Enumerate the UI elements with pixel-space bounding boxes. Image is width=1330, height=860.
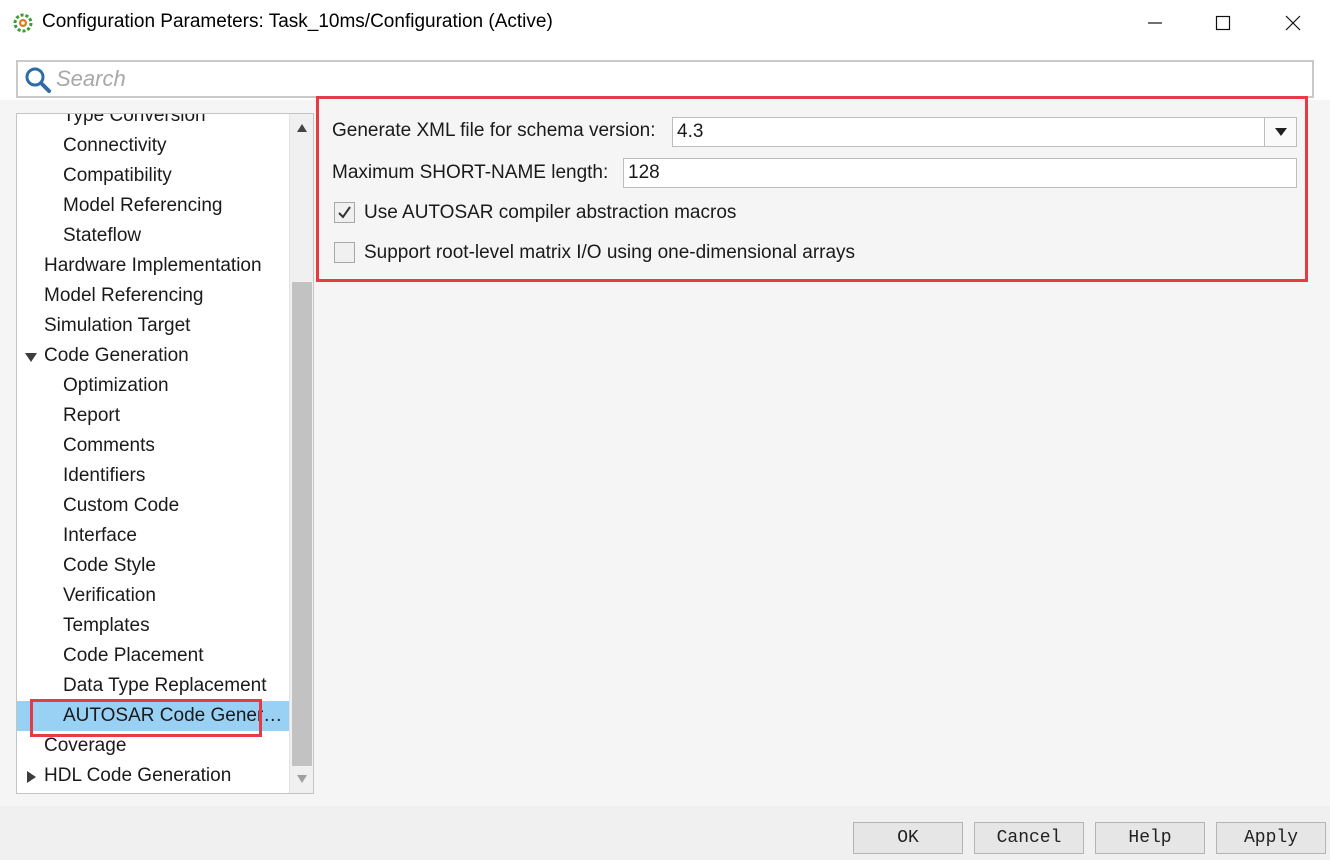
tree-item-templates[interactable]: Templates [17,611,289,641]
tree-item-label: Type Conversion [63,113,206,126]
scroll-thumb[interactable] [292,282,312,766]
apply-button[interactable]: Apply [1216,822,1326,854]
scroll-up-button[interactable] [290,116,313,140]
tree-item-compatibility[interactable]: Compatibility [17,161,289,191]
minimize-button[interactable] [1120,0,1190,46]
tree-item-optimization[interactable]: Optimization [17,371,289,401]
expanded-arrow-icon[interactable] [25,351,37,363]
tree-item-simulation-target[interactable]: Simulation Target [17,311,289,341]
tree-item-label: Comments [63,435,155,456]
schema-version-label: Generate XML file for schema version: [332,120,656,141]
close-button[interactable] [1258,0,1328,46]
compiler-macros-checkbox[interactable] [334,202,355,223]
tree-item-label: Simulation Target [44,315,191,336]
short-name-length-field[interactable] [623,158,1297,188]
tree-item-label: Connectivity [63,135,167,156]
category-tree[interactable]: Type Conversion Connectivity Compatibili… [16,113,314,794]
tree-item-interface[interactable]: Interface [17,521,289,551]
scroll-up-arrow-icon [296,124,307,132]
tree-item-custom-code[interactable]: Custom Code [17,491,289,521]
tree-item-model-referencing[interactable]: Model Referencing [17,281,289,311]
window-title: Configuration Parameters: Task_10ms/Conf… [42,11,553,32]
minimize-icon [1148,22,1162,24]
tree-item-connectivity[interactable]: Connectivity [17,131,289,161]
autosar-settings-panel: Generate XML file for schema version: 4.… [330,114,1300,274]
tree-item-label: Model Referencing [63,195,223,216]
tree-item-label: Code Placement [63,645,204,666]
tree-item-label: Identifiers [63,465,146,486]
tree-item-label: Stateflow [63,225,142,246]
tree-item-report[interactable]: Report [17,401,289,431]
tree-list: Type Conversion Connectivity Compatibili… [17,113,289,791]
tree-item-label: HDL Code Generation [44,765,232,786]
tree-item-hdl-code-generation[interactable]: HDL Code Generation [17,761,289,791]
maximize-button[interactable] [1188,0,1258,46]
title-bar: Configuration Parameters: Task_10ms/Conf… [0,0,1330,46]
tree-item-code-placement[interactable]: Code Placement [17,641,289,671]
scroll-down-button[interactable] [290,767,313,791]
help-button[interactable]: Help [1095,822,1205,854]
cancel-button[interactable]: Cancel [974,822,1084,854]
collapsed-arrow-icon[interactable] [25,771,37,783]
tree-item-label: AUTOSAR Code Generation Options [63,705,289,726]
matrix-io-checkbox[interactable] [334,242,355,263]
tree-item-label: Report [63,405,121,426]
chevron-down-icon [1274,128,1287,136]
schema-version-dropdown[interactable]: 4.3 [672,117,1297,147]
tree-item-autosar-code-generation[interactable]: AUTOSAR Code Generation Options [17,701,289,731]
tree-item-code-style[interactable]: Code Style [17,551,289,581]
search-box[interactable] [16,60,1314,98]
dropdown-button[interactable] [1264,118,1296,146]
tree-item-label: Coverage [44,735,127,756]
tree-item-code-generation[interactable]: Code Generation [17,341,289,371]
tree-item-label: Templates [63,615,150,636]
close-icon [1285,15,1301,31]
scroll-down-arrow-icon [296,775,307,783]
tree-item-verification[interactable]: Verification [17,581,289,611]
tree-item-label: Compatibility [63,165,172,186]
short-name-label: Maximum SHORT-NAME length: [332,162,609,183]
button-bar: OK Cancel Help Apply [0,806,1330,860]
simulink-gear-icon [13,13,33,33]
tree-item-label: Verification [63,585,156,606]
tree-item-label: Code Style [63,555,156,576]
tree-item-label: Optimization [63,375,169,396]
tree-item-data-type-replacement[interactable]: Data Type Replacement [17,671,289,701]
tree-item-hardware-implementation[interactable]: Hardware Implementation [17,251,289,281]
tree-item-label: Data Type Replacement [63,675,267,696]
maximize-icon [1215,15,1231,31]
matrix-io-label: Support root-level matrix I/O using one-… [364,242,856,263]
checkmark-icon [338,206,351,219]
tree-scrollbar[interactable] [289,114,313,793]
tree-item-type-conversion[interactable]: Type Conversion [17,113,289,131]
tree-item-comments[interactable]: Comments [17,431,289,461]
tree-item-coverage[interactable]: Coverage [17,731,289,761]
tree-item-label: Hardware Implementation [44,255,262,276]
tree-item-label: Code Generation [44,345,189,366]
search-icon [25,67,51,93]
tree-item-identifiers[interactable]: Identifiers [17,461,289,491]
tree-item-label: Interface [63,525,137,546]
tree-item-model-referencing-diagnostics[interactable]: Model Referencing [17,191,289,221]
tree-item-label: Model Referencing [44,285,204,306]
search-input[interactable] [56,65,1296,93]
schema-version-value: 4.3 [677,121,704,142]
tree-item-label: Custom Code [63,495,180,516]
tree-item-stateflow[interactable]: Stateflow [17,221,289,251]
compiler-macros-label: Use AUTOSAR compiler abstraction macros [364,202,737,223]
ok-button[interactable]: OK [853,822,963,854]
